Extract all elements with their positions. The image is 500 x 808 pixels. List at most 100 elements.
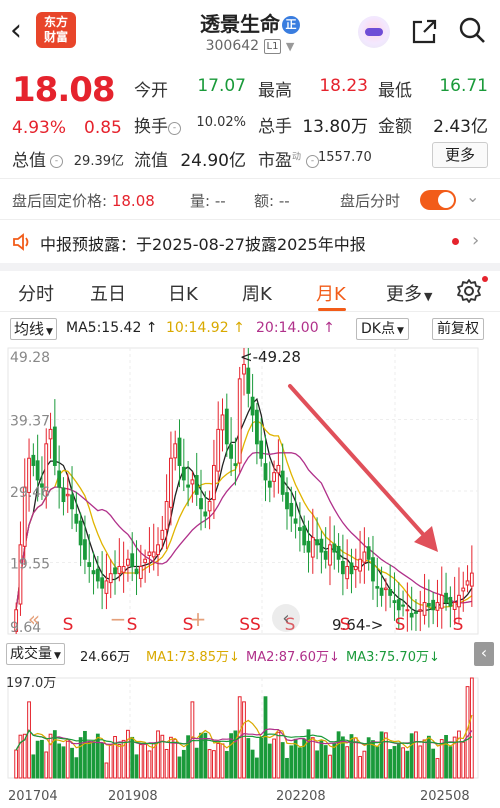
tab-more-label: 更多 [386, 284, 422, 305]
market-cap-label: 总值 [12, 151, 46, 171]
candle-body [220, 414, 225, 431]
info-icon[interactable]: - [168, 122, 181, 135]
float-cap-value: 24.90亿 [180, 151, 246, 171]
volume-bar [379, 731, 384, 779]
ma-legend: 均线 ▼ MA5:15.42 ↑ 10:14.92 ↑ 20:14.00 ↑ DK… [0, 316, 500, 342]
candle-body [48, 428, 53, 440]
volume-value: 24.66万 [80, 650, 131, 665]
after-hours-toggle[interactable] [420, 190, 456, 210]
candle-body [362, 551, 367, 563]
high-annotation: <-49.28 [240, 348, 301, 366]
candle-body [340, 560, 345, 575]
float-cap-label: 流值 [134, 151, 168, 171]
active-tab-indicator [318, 308, 346, 311]
pe-sup: 动 [292, 152, 302, 163]
pe-value: 1557.70 [318, 150, 372, 165]
tab-five-day[interactable]: 五日 [90, 280, 126, 306]
volume-bar [164, 748, 169, 779]
candle-body [52, 426, 57, 466]
volume-bar [328, 754, 332, 779]
volume-bar [147, 750, 152, 779]
more-button[interactable]: 更多 [432, 142, 488, 168]
candle-body [147, 551, 152, 557]
candle-body [375, 586, 380, 589]
tab-monthly-k[interactable]: 月K [316, 280, 346, 306]
candle-body [461, 587, 466, 592]
amount-value: 2.43亿 [433, 117, 488, 137]
volume-ma1-value: MA1:73.85万 [146, 650, 229, 665]
quote-panel: 18.08 4.93% 0.85 今开 17.07 最高 18.23 最低 16… [0, 62, 500, 174]
volume-bar [362, 750, 367, 779]
candle-body [272, 472, 276, 482]
candle-body [164, 501, 169, 530]
volume-bar [100, 742, 105, 779]
volume-bar [469, 677, 474, 779]
signal-marker: S [63, 615, 74, 635]
candle-body [388, 589, 393, 596]
volume-bar [418, 745, 423, 779]
adjust-button[interactable]: 前复权 [432, 318, 484, 340]
gear-icon[interactable] [456, 278, 482, 304]
open-label: 今开 [134, 81, 168, 101]
volume-bar [345, 746, 350, 779]
candle-body [465, 580, 470, 586]
volume-bar [242, 701, 246, 779]
volume-bar [246, 738, 251, 779]
signal-glyph: − [110, 607, 127, 631]
collapse-icon[interactable]: ‹ [474, 642, 494, 666]
ah-amount-value: -- [278, 192, 290, 210]
chevron-down-icon[interactable]: ⌄ [466, 187, 479, 206]
candle-body [263, 463, 268, 481]
candle-body [199, 498, 203, 510]
kline-chart[interactable]: 49.2839.3729.4619.559.64 <-49.289.64-> S… [0, 342, 500, 808]
arrow-up-icon: ↑ [228, 320, 245, 336]
dk-button[interactable]: DK点 ▼ [356, 318, 409, 340]
candle-body [95, 568, 100, 582]
arrow-down-icon: ↓ [228, 650, 240, 665]
ma20-value: 20:14.00 [256, 320, 319, 336]
volume-bar [448, 746, 453, 779]
volume-bar [31, 754, 36, 779]
volume-bar [91, 741, 96, 779]
volume-bar [332, 743, 337, 779]
share-icon[interactable] [410, 18, 438, 46]
ah-qty-value: -- [214, 192, 226, 210]
candle-body [194, 475, 199, 495]
candle-body [405, 609, 410, 612]
candle-body [379, 587, 384, 596]
separator [0, 263, 500, 271]
ai-assistant-icon[interactable] [358, 16, 390, 48]
candle-body [349, 562, 354, 575]
candle-body [70, 494, 74, 510]
volume-bar [280, 742, 285, 779]
volume-bar [177, 756, 182, 779]
tab-weekly-k[interactable]: 周K [242, 280, 272, 306]
tab-timeshare[interactable]: 分时 [18, 280, 54, 306]
candle-body [169, 457, 173, 508]
candle-body [435, 602, 440, 611]
volume-button[interactable]: 成交量 ▼ [6, 643, 65, 665]
search-icon[interactable] [458, 16, 486, 44]
candle-body [426, 602, 431, 607]
volume-ma3-value: MA3:75.70万 [346, 650, 429, 665]
stock-name-text: 透景生命 [200, 12, 280, 36]
candle-body [255, 409, 259, 445]
info-icon[interactable]: - [50, 155, 63, 168]
ma-lines [15, 397, 473, 612]
volume-bar [104, 762, 109, 779]
candle-body [100, 577, 105, 589]
volume-legend: 成交量 ▼ 24.66万 MA1:73.85万↓ MA2:87.60万↓ MA3:… [0, 642, 500, 666]
candle-body [250, 396, 255, 416]
signal-glyph: « [28, 607, 40, 631]
ma-button[interactable]: 均线 ▼ [10, 318, 57, 340]
volume-bar [310, 737, 315, 779]
candle-body [392, 600, 397, 604]
notice-bar[interactable]: 中报预披露：于2025-08-27披露2025年中报 › [0, 221, 500, 263]
candle-body [332, 543, 337, 553]
volume-bar [358, 755, 362, 779]
stock-code-text: 300642 [205, 38, 260, 54]
tab-more[interactable]: 更多 ▼ [386, 280, 432, 306]
volume-bar [306, 729, 311, 779]
tab-daily-k[interactable]: 日K [168, 280, 198, 306]
settings-dot [482, 276, 488, 282]
